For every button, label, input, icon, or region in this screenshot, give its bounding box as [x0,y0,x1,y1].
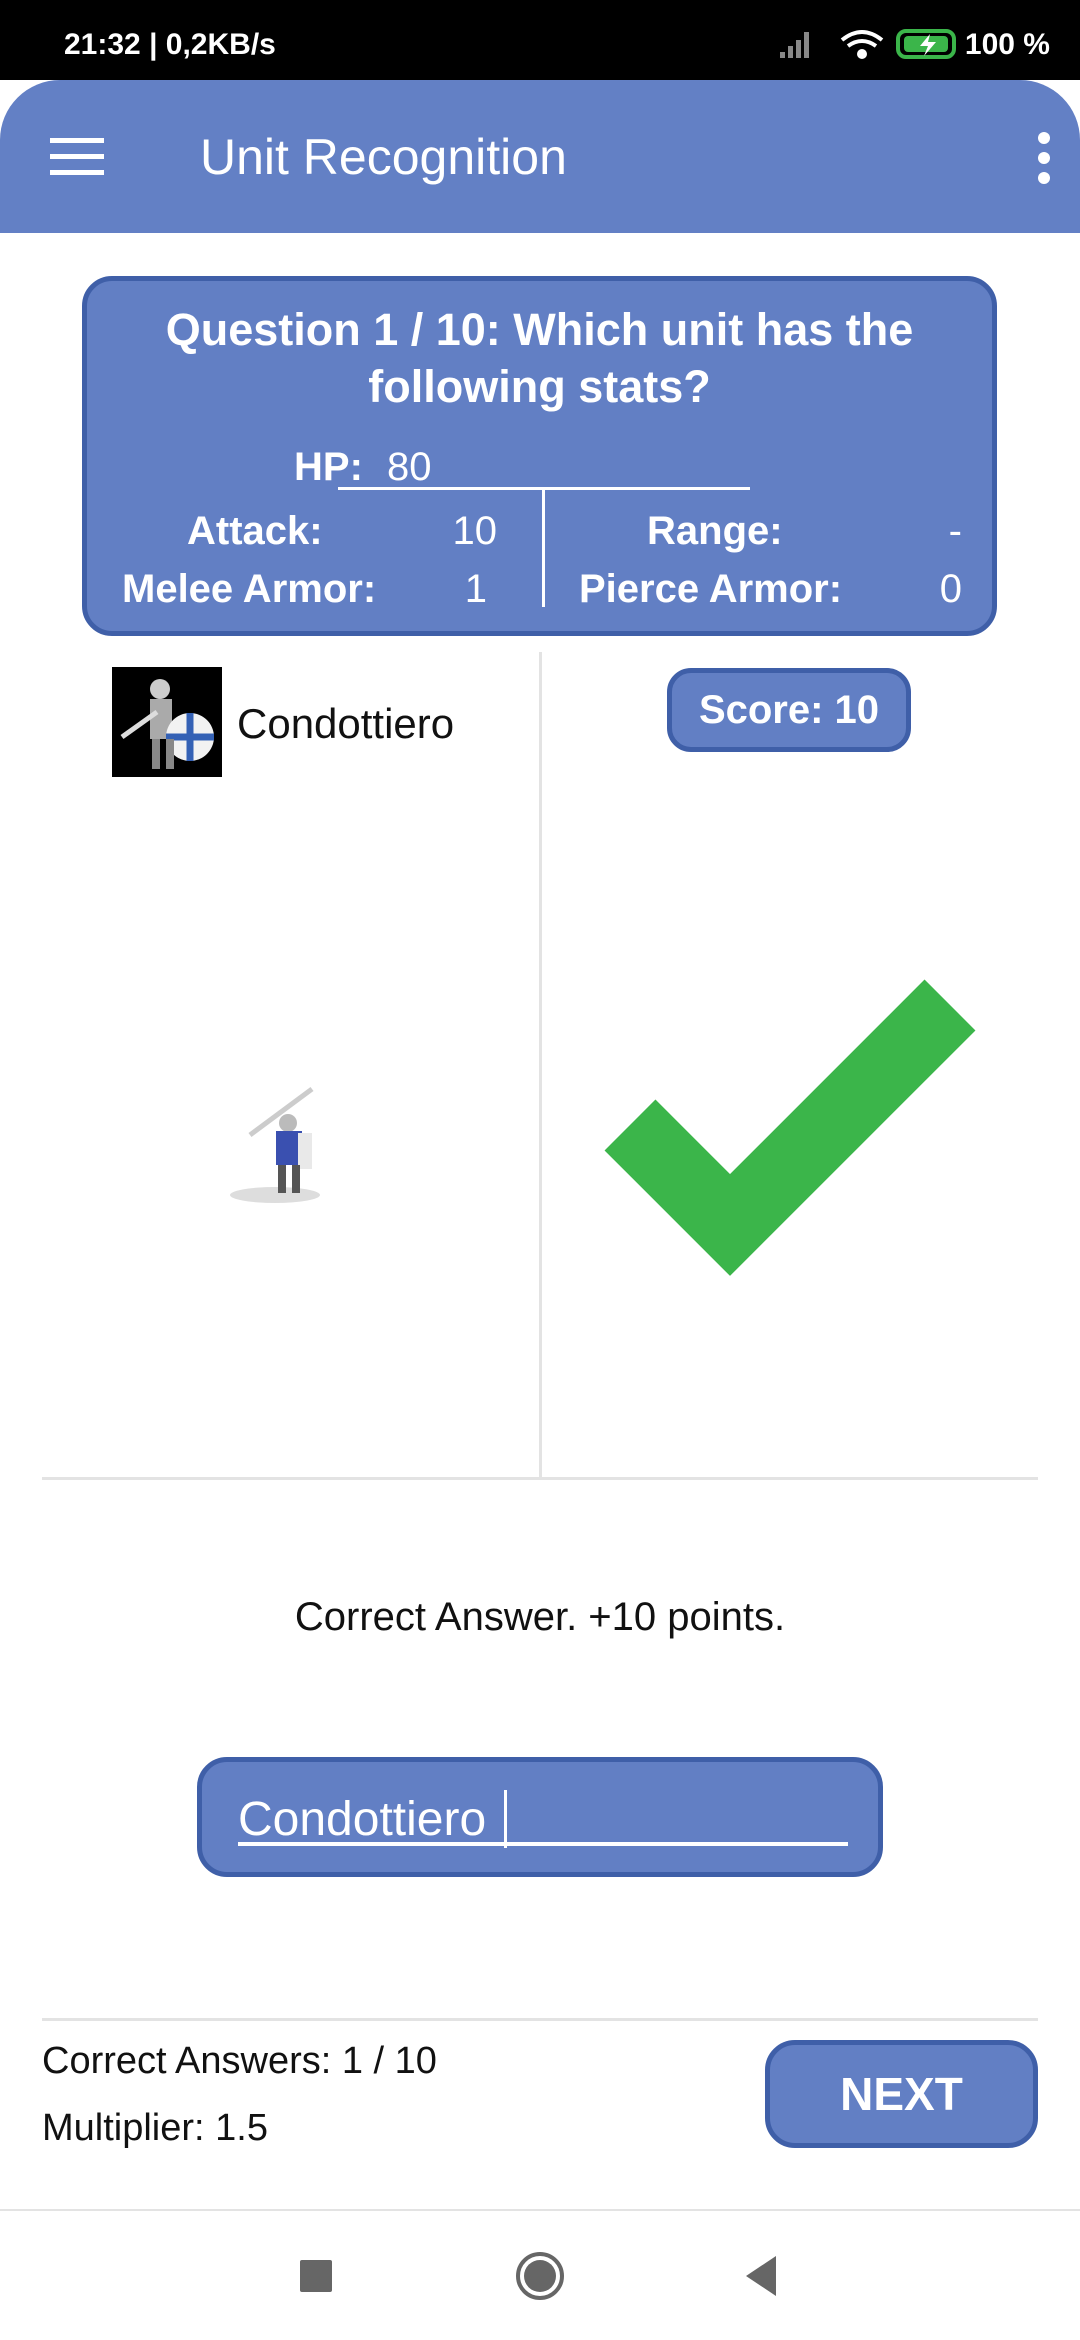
battery-level: 100 % [964,28,1050,61]
checkmark-icon [604,979,976,1276]
wifi-icon [840,30,884,59]
status-bar: 21:32 | 0,2KB/s 100 % [0,0,1080,80]
unit-name: Condottiero [237,700,455,747]
app-bar: Unit Recognition [0,80,1080,233]
question-text: Question 1 / 10: Which unit has the foll… [165,304,914,412]
footer-divider [42,2018,1038,2021]
input-underline [238,1842,848,1846]
question-card: Question 1 / 10: Which unit has the foll… [82,276,997,636]
hp-label: HP: [294,445,363,489]
hp-value: 80 [387,445,432,489]
range-value: - [948,509,962,553]
section-divider [42,1477,1038,1480]
attack-label: Attack: [187,509,323,553]
multiplier: Multiplier: 1.5 [42,2107,268,2149]
stats-divider-vertical [542,487,545,607]
battery-icon [896,29,956,59]
range-label: Range: [647,509,783,553]
signal-icon [780,32,809,58]
pierce-armor-label: Pierce Armor: [579,567,843,611]
next-button[interactable]: NEXT [765,2040,1038,2148]
correct-answers: Correct Answers: 1 / 10 [42,2040,437,2082]
answer-input[interactable]: Condottiero [197,1757,883,1877]
score-badge: Score: 10 [667,668,911,752]
hamburger-icon[interactable] [50,138,104,175]
attack-value: 10 [452,509,498,553]
text-cursor [504,1790,507,1848]
page-title: Unit Recognition [200,129,567,185]
unit-portrait [112,667,222,777]
panel-divider [539,652,542,1478]
nav-bar [300,2252,776,2300]
back-icon[interactable] [746,2256,776,2296]
melee-armor-value: 1 [464,567,487,611]
recents-icon[interactable] [300,2260,332,2292]
more-vert-icon[interactable] [1038,132,1050,192]
feedback-text: Correct Answer. +10 points. [294,1595,786,1639]
unit-sprite [230,1086,320,1203]
status-time: 21:32 | 0,2KB/s [64,28,276,61]
home-icon[interactable] [516,2252,564,2300]
melee-armor-label: Melee Armor: [122,567,377,611]
answer-input-value[interactable]: Condottiero [238,1792,486,1847]
nav-divider [0,2209,1080,2211]
pierce-armor-value: 0 [939,567,962,611]
